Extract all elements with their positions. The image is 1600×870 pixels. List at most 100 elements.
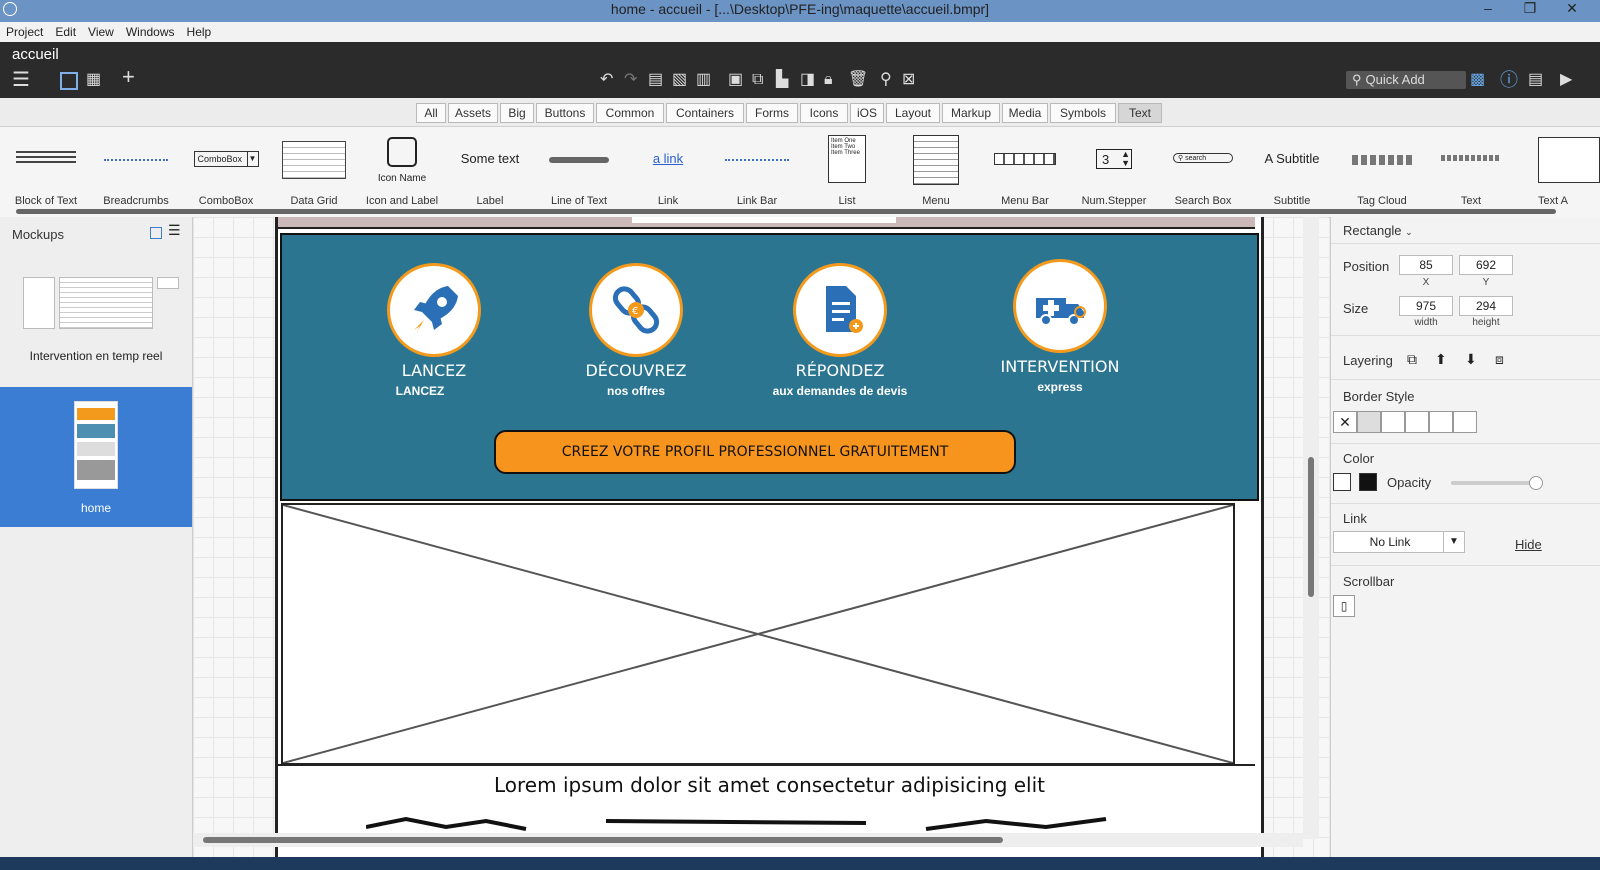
- panel-toggle-icon[interactable]: [60, 72, 78, 90]
- canvas-vertical-scrollbar[interactable]: [1303, 217, 1319, 839]
- height-input[interactable]: 294: [1459, 296, 1513, 316]
- library-item-data-grid[interactable]: Data Grid: [270, 135, 358, 207]
- rounded-border-icon[interactable]: [1381, 411, 1405, 433]
- info-icon[interactable]: ⓘ: [1500, 70, 1518, 90]
- border-color-swatch[interactable]: [1333, 473, 1351, 491]
- mockup-view-icon[interactable]: ▩: [1470, 70, 1485, 90]
- width-input[interactable]: 975: [1399, 296, 1453, 316]
- library-item-menu-bar[interactable]: Menu Bar: [981, 135, 1069, 207]
- scrollbar-toggle-icon[interactable]: ▯: [1333, 595, 1355, 617]
- align-icon[interactable]: ▙: [776, 70, 788, 90]
- close-button[interactable]: ✕: [1552, 0, 1592, 20]
- library-item-text[interactable]: Text: [1427, 135, 1515, 207]
- callout-border-icon[interactable]: [1429, 411, 1453, 433]
- filter-common[interactable]: Common: [596, 103, 664, 123]
- trash-icon[interactable]: 🗑︎: [848, 70, 868, 90]
- hamburger-menu-icon[interactable]: ☰: [12, 70, 30, 90]
- filter-media[interactable]: Media: [1002, 103, 1048, 123]
- zoom-icon[interactable]: ⚲: [880, 70, 892, 90]
- feature-decouvrez[interactable]: € DÉCOUVREZ nos offres: [536, 263, 736, 398]
- library-item-block-of-text[interactable]: Block of Text: [2, 135, 90, 207]
- paste-icon[interactable]: ▥: [696, 70, 711, 90]
- fullscreen-icon[interactable]: ⊠: [902, 70, 915, 90]
- mockup-item[interactable]: Intervention en temp reel: [0, 267, 192, 377]
- filter-forms[interactable]: Forms: [746, 103, 798, 123]
- presentation-icon[interactable]: ▶: [1560, 70, 1572, 90]
- shape-border-icon[interactable]: [1453, 411, 1477, 433]
- filter-assets[interactable]: Assets: [448, 103, 498, 123]
- feature-intervention[interactable]: INTERVENTION express: [960, 259, 1160, 394]
- library-item-subtitle[interactable]: A Subtitle Subtitle: [1248, 135, 1336, 207]
- library-item-line-of-text[interactable]: Line of Text: [535, 135, 623, 207]
- lock-icon[interactable]: 🔒︎: [824, 70, 833, 90]
- library-item-tag-cloud[interactable]: Tag Cloud: [1338, 135, 1426, 207]
- maximize-button[interactable]: ❐: [1510, 0, 1550, 20]
- menu-project[interactable]: Project: [0, 22, 49, 42]
- dotted-border-icon[interactable]: [1405, 411, 1429, 433]
- notes-icon[interactable]: ▤: [1528, 70, 1543, 90]
- element-type-dropdown[interactable]: Rectangle ⌄: [1343, 223, 1413, 238]
- filter-symbols[interactable]: Symbols: [1050, 103, 1116, 123]
- ungroup-icon[interactable]: ⧉: [752, 70, 763, 90]
- create-profile-button[interactable]: CREEZ VOTRE PROFIL PROFESSIONNEL GRATUIT…: [494, 430, 1016, 474]
- opacity-slider[interactable]: [1451, 476, 1543, 490]
- position-x-input[interactable]: 85: [1399, 255, 1453, 275]
- library-item-menu[interactable]: Menu: [892, 135, 980, 207]
- filter-markup[interactable]: Markup: [942, 103, 1000, 123]
- quick-add-field[interactable]: ⚲ Quick Add: [1346, 71, 1466, 89]
- menu-view[interactable]: View: [82, 22, 120, 42]
- filter-layout[interactable]: Layout: [886, 103, 940, 123]
- library-item-num-stepper[interactable]: 3 ▲ ▼ Num.Stepper: [1070, 135, 1158, 207]
- vertical-scroll-thumb[interactable]: [1308, 457, 1314, 597]
- image-placeholder[interactable]: [281, 503, 1235, 765]
- thumbnail-view-icon[interactable]: [150, 227, 162, 239]
- feature-lancez[interactable]: LANCEZ LANCEZ: [334, 263, 534, 398]
- library-item-link[interactable]: a link Link: [624, 135, 712, 207]
- menu-edit[interactable]: Edit: [49, 22, 82, 42]
- library-item-breadcrumbs[interactable]: Breadcrumbs: [92, 135, 180, 207]
- copy-icon[interactable]: ▧: [672, 70, 687, 90]
- square-border-icon[interactable]: [1357, 411, 1381, 433]
- library-item-icon-and-label[interactable]: Icon Name Icon and Label: [358, 135, 446, 207]
- canvas-horizontal-scrollbar[interactable]: [193, 833, 1303, 847]
- menu-help[interactable]: Help: [181, 22, 218, 42]
- library-item-search-box[interactable]: ⚲ search Search Box: [1159, 135, 1247, 207]
- link-select[interactable]: No Link ▼: [1333, 531, 1465, 553]
- mockup-item-selected[interactable]: home: [0, 387, 192, 527]
- horizontal-scroll-thumb[interactable]: [203, 837, 1003, 843]
- hide-link[interactable]: Hide: [1515, 537, 1542, 552]
- library-item-text-area[interactable]: Text A: [1518, 135, 1600, 207]
- filter-icons[interactable]: Icons: [800, 103, 848, 123]
- cut-icon[interactable]: ▤: [648, 70, 663, 90]
- filter-big[interactable]: Big: [500, 103, 534, 123]
- feature-repondez[interactable]: RÉPONDEZ aux demandes de devis: [740, 263, 940, 398]
- filter-all[interactable]: All: [416, 103, 446, 123]
- add-icon[interactable]: +: [122, 66, 135, 88]
- send-backward-icon[interactable]: ⬇: [1465, 351, 1477, 368]
- library-item-label[interactable]: Some text Label: [446, 135, 534, 207]
- library-item-combobox[interactable]: ComboBox ▼ ComboBox: [182, 135, 270, 207]
- minimize-button[interactable]: –: [1468, 0, 1508, 20]
- library-item-link-bar[interactable]: Link Bar: [713, 135, 801, 207]
- position-y-input[interactable]: 692: [1459, 255, 1513, 275]
- design-canvas[interactable]: LANCEZ LANCEZ € DÉCOUVREZ nos offres RÉP…: [193, 217, 1329, 857]
- library-scrollbar[interactable]: [16, 209, 1556, 214]
- redo-icon[interactable]: ↷: [624, 70, 637, 90]
- filter-containers[interactable]: Containers: [666, 103, 744, 123]
- bring-forward-icon[interactable]: ⬆: [1435, 351, 1447, 368]
- list-view-icon[interactable]: ☰: [168, 222, 181, 239]
- no-border-icon[interactable]: ✕: [1333, 411, 1357, 433]
- group-icon[interactable]: ▣: [728, 70, 743, 90]
- undo-icon[interactable]: ↶: [600, 70, 613, 90]
- features-panel[interactable]: LANCEZ LANCEZ € DÉCOUVREZ nos offres RÉP…: [280, 233, 1259, 501]
- filter-ios[interactable]: iOS: [850, 103, 884, 123]
- grid-view-icon[interactable]: ▦: [86, 70, 101, 90]
- filter-text[interactable]: Text: [1118, 103, 1162, 123]
- opacity-slider-thumb[interactable]: [1529, 476, 1543, 490]
- library-item-list[interactable]: Item One Item Two Item Three List: [803, 135, 891, 207]
- send-to-back-icon[interactable]: ⧈: [1495, 351, 1504, 368]
- fill-color-swatch[interactable]: [1359, 473, 1377, 491]
- distribute-icon[interactable]: ◨: [800, 70, 815, 90]
- bring-to-front-icon[interactable]: ⧉: [1407, 351, 1417, 368]
- menu-windows[interactable]: Windows: [120, 22, 181, 42]
